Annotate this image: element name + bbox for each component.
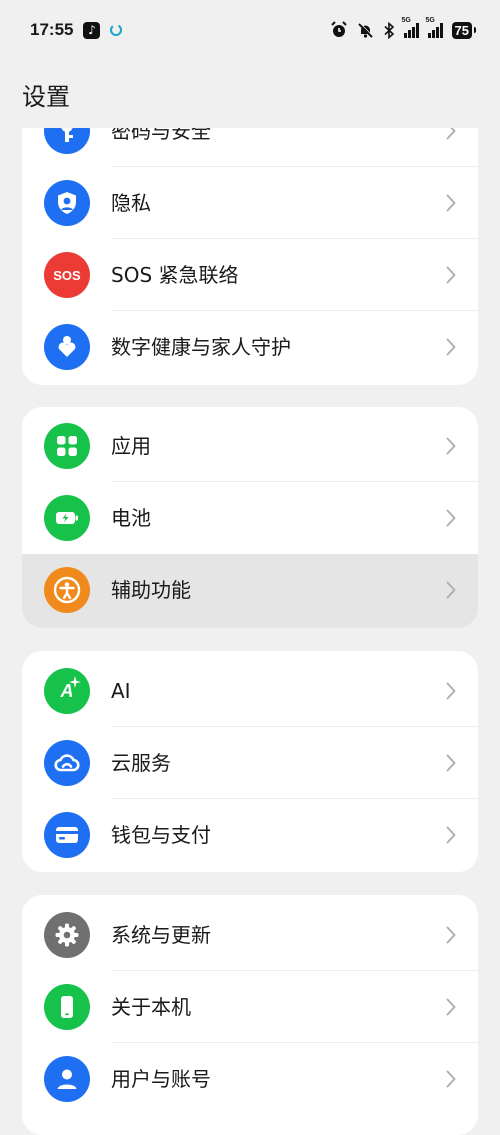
settings-item-label: 电池 <box>111 506 151 530</box>
chevron-right-icon <box>446 266 456 284</box>
battery-icon <box>44 495 90 541</box>
page-title: 设置 <box>22 83 70 111</box>
chevron-right-icon <box>446 682 456 700</box>
sos-icon: SOS <box>44 252 90 298</box>
wallet-icon <box>44 812 90 858</box>
settings-item-label: 应用 <box>111 434 151 458</box>
settings-item-sos[interactable]: SOS SOS 紧急联络 <box>22 239 478 311</box>
settings-item-label: 隐私 <box>111 191 151 215</box>
settings-item-ai[interactable]: A AI <box>22 655 478 727</box>
settings-item-label: 云服务 <box>111 751 171 775</box>
settings-group-security: 密码与安全 隐私 SOS SOS 紧急联络 数字健康与家人守护 <box>22 95 478 385</box>
settings-item-label: 数字健康与家人守护 <box>111 335 291 359</box>
tiktok-icon: ♪ <box>83 21 101 39</box>
ai-sparkle-icon: A <box>44 668 90 714</box>
gear-icon <box>44 912 90 958</box>
sync-icon <box>110 24 123 36</box>
settings-item-accessibility[interactable]: 辅助功能 <box>22 554 478 628</box>
settings-item-label: 用户与账号 <box>111 1067 211 1091</box>
settings-item-label: 关于本机 <box>111 995 191 1019</box>
bluetooth-icon <box>383 21 394 39</box>
chevron-right-icon <box>446 1070 456 1088</box>
status-notifications: ♪ <box>83 21 124 39</box>
settings-group-device: 应用 电池 辅助功能 <box>22 407 478 628</box>
chevron-right-icon <box>446 926 456 944</box>
settings-item-apps[interactable]: 应用 <box>22 410 478 482</box>
settings-item-label: 钱包与支付 <box>111 823 211 847</box>
chevron-right-icon <box>446 581 456 599</box>
status-bar: 17:55 ♪ 5G 5G 75 <box>0 0 500 60</box>
settings-item-digital-wellbeing[interactable]: 数字健康与家人守护 <box>22 311 478 383</box>
apps-grid-icon <box>44 423 90 469</box>
status-time: 17:55 <box>30 20 74 39</box>
settings-item-label: 辅助功能 <box>111 578 191 602</box>
settings-item-wallet[interactable]: 钱包与支付 <box>22 799 478 871</box>
settings-group-system: 系统与更新 关于本机 用户与账号 <box>22 895 478 1135</box>
chevron-right-icon <box>446 998 456 1016</box>
settings-item-cloud[interactable]: 云服务 <box>22 727 478 799</box>
phone-icon <box>44 984 90 1030</box>
chevron-right-icon <box>446 194 456 212</box>
settings-item-users-accounts[interactable]: 用户与账号 <box>22 1043 478 1115</box>
alarm-icon <box>330 21 347 37</box>
person-heart-icon <box>44 324 90 370</box>
settings-item-label: SOS 紧急联络 <box>111 263 239 287</box>
accessibility-icon <box>44 567 90 613</box>
chevron-right-icon <box>446 437 456 455</box>
signal-5g-icon: 5G <box>402 17 419 38</box>
chevron-right-icon <box>446 754 456 772</box>
settings-item-about-phone[interactable]: 关于本机 <box>22 971 478 1043</box>
shield-person-icon <box>44 180 90 226</box>
battery-indicator: 75 <box>451 21 477 39</box>
settings-group-services: A AI 云服务 钱包与支付 <box>22 651 478 872</box>
settings-item-system-update[interactable]: 系统与更新 <box>22 899 478 971</box>
chevron-right-icon <box>446 338 456 356</box>
settings-item-label: 系统与更新 <box>111 923 211 947</box>
chevron-right-icon <box>446 826 456 844</box>
cloud-icon <box>44 740 90 786</box>
header: 设置 <box>0 60 500 128</box>
signal-5g-icon-2: 5G <box>426 17 443 38</box>
chevron-right-icon <box>446 509 456 527</box>
settings-item-battery[interactable]: 电池 <box>22 482 478 554</box>
mute-bell-icon <box>357 22 373 38</box>
user-icon <box>44 1056 90 1102</box>
settings-item-label: AI <box>111 679 131 703</box>
settings-item-privacy[interactable]: 隐私 <box>22 167 478 239</box>
